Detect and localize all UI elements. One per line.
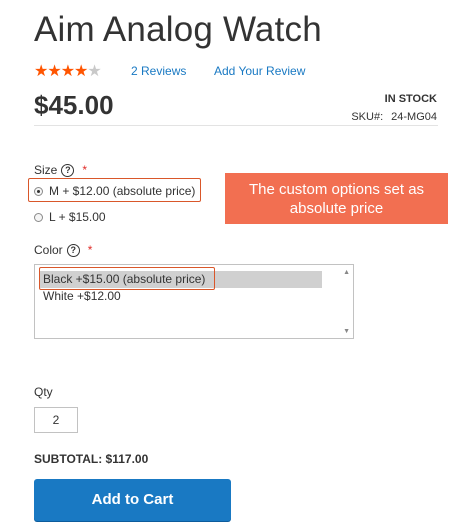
scroll-down-icon[interactable]: ▼ — [343, 328, 350, 335]
required-mark: * — [82, 163, 88, 177]
annotation-highlight-size — [28, 178, 201, 202]
star-icon: ★ — [34, 63, 48, 80]
add-review-link[interactable]: Add Your Review — [214, 64, 305, 78]
subtotal: SUBTOTAL: $117.00 — [34, 452, 149, 466]
star-icon: ★ — [74, 63, 88, 80]
help-icon[interactable]: ? — [66, 243, 80, 257]
size-choice-label: L + $15.00 — [49, 210, 106, 224]
sku-label: SKU#: — [351, 111, 384, 123]
sku: SKU#: 24-MG04 — [351, 111, 437, 123]
star-icon: ★ — [47, 63, 61, 80]
color-label-text: Color — [34, 243, 63, 257]
divider — [34, 125, 438, 126]
product-price: $45.00 — [34, 90, 114, 120]
stock-status: IN STOCK — [384, 93, 437, 105]
size-radio-l[interactable]: L + $15.00 — [34, 210, 106, 224]
size-label-text: Size — [34, 163, 58, 177]
color-option-label: Color ? * — [34, 243, 92, 257]
annotation-callout: The custom options set as absolute price — [225, 173, 448, 224]
product-title: Aim Analog Watch — [34, 10, 322, 49]
required-mark: * — [87, 243, 93, 257]
rating-stars: ★★★★★ — [34, 61, 102, 81]
color-option-white[interactable]: White +$12.00 — [43, 289, 121, 303]
help-icon[interactable]: ? — [61, 163, 75, 177]
star-icon: ★ — [60, 63, 75, 80]
star-empty-icon: ★ — [87, 63, 101, 80]
qty-input[interactable]: 2 — [34, 407, 78, 433]
scroll-up-icon[interactable]: ▲ — [343, 269, 350, 276]
size-option-label: Size ? * — [34, 163, 87, 177]
add-to-cart-button[interactable]: Add to Cart — [34, 479, 231, 521]
sku-value: 24-MG04 — [391, 111, 437, 123]
qty-label: Qty — [34, 385, 53, 399]
annotation-highlight-color — [39, 267, 215, 290]
radio-button[interactable] — [34, 212, 43, 222]
reviews-link[interactable]: 2 Reviews — [131, 64, 186, 78]
